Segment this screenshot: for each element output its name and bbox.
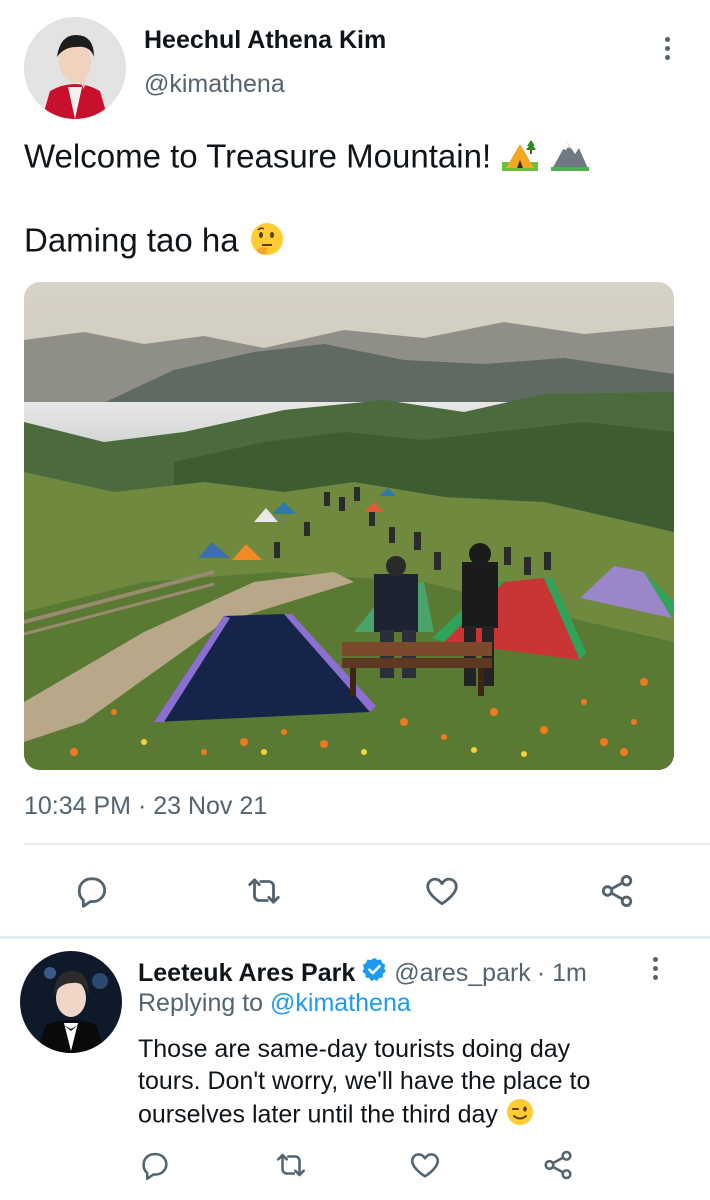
reply-icon[interactable] — [73, 872, 111, 910]
reply-author-name[interactable]: Leeteuk Ares Park — [138, 959, 355, 988]
reply-header: Leeteuk Ares Park @ares_park · 1m — [138, 956, 587, 990]
reply-more-options-icon[interactable] — [653, 957, 659, 980]
reply-share-icon[interactable] — [540, 1148, 576, 1182]
author-name[interactable]: Heechul Athena Kim — [144, 26, 386, 55]
retweet-icon[interactable] — [244, 872, 284, 910]
divider — [24, 843, 710, 845]
mountain-emoji — [549, 136, 591, 182]
reply-text-line-2: tours. Don't worry, we'll have the place… — [138, 1067, 591, 1095]
reply-text: Those are same-day tourists doing day to… — [138, 1033, 590, 1135]
verified-badge-icon — [361, 956, 388, 990]
tweet-text-line-1: Welcome to Treasure Mountain! — [24, 136, 591, 182]
replying-to-handle[interactable]: @kimathena — [270, 989, 411, 1017]
author-avatar[interactable] — [24, 17, 126, 119]
reply-text-line-3-row: ourselves later until the third day — [138, 1097, 590, 1135]
more-options-icon[interactable] — [665, 37, 671, 60]
reply-text-line-1: Those are same-day tourists doing day — [138, 1035, 571, 1063]
thinking-face-emoji — [248, 220, 286, 266]
like-icon[interactable] — [422, 872, 462, 910]
winking-face-emoji — [505, 1097, 535, 1135]
share-icon[interactable] — [597, 872, 637, 910]
reply-text-line-3: ourselves later until the third day — [138, 1100, 498, 1129]
author-handle[interactable]: @kimathena — [144, 70, 285, 99]
reply-retweet-icon[interactable] — [273, 1148, 309, 1182]
tweet-image[interactable] — [24, 282, 674, 770]
tweet-text-1: Welcome to Treasure Mountain! — [24, 137, 492, 175]
camping-tent-emoji — [500, 136, 540, 182]
section-divider — [0, 936, 710, 939]
replying-to-label: Replying to — [138, 989, 264, 1017]
reply-reply-icon[interactable] — [138, 1148, 172, 1182]
reply-author-avatar[interactable] — [20, 951, 122, 1053]
replying-to: Replying to @kimathena — [138, 989, 411, 1018]
reply-like-icon[interactable] — [407, 1148, 443, 1182]
tweet-timestamp: 10:34 PM · 23 Nov 21 — [24, 792, 268, 820]
reply-time: · 1m — [536, 958, 587, 987]
tweet-text-2: Daming tao ha — [24, 221, 239, 259]
reply-author-handle[interactable]: @ares_park — [394, 959, 531, 988]
tweet-text-line-2: Daming tao ha — [24, 220, 286, 266]
